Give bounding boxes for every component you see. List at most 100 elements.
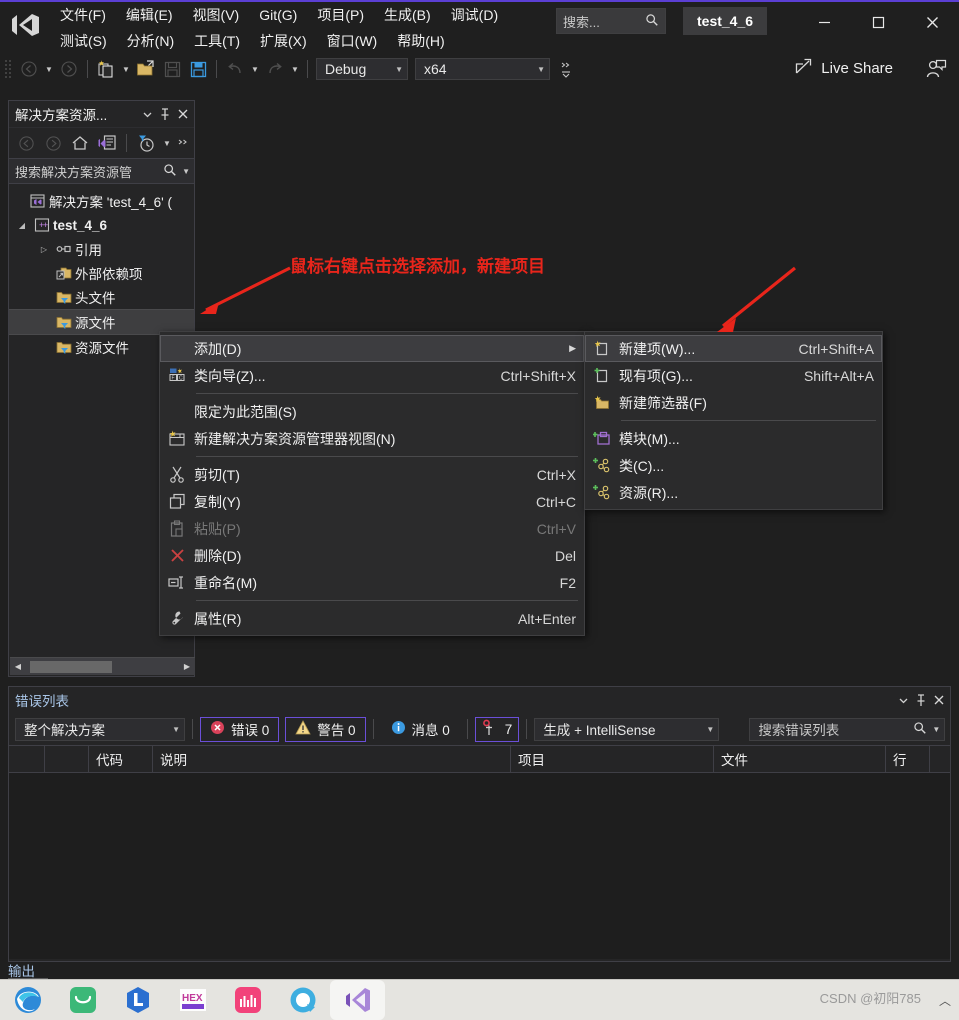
- se-home-button[interactable]: [67, 131, 93, 155]
- redo-dropdown[interactable]: ▼: [288, 57, 302, 81]
- warnings-filter-button[interactable]: 警告 0: [285, 716, 366, 742]
- menu-build[interactable]: 生成(B): [374, 3, 441, 27]
- context-menu-item-paste[interactable]: 粘贴(P) Ctrl+V: [160, 515, 584, 542]
- hex-editor-icon[interactable]: HEX: [165, 980, 220, 1020]
- platform-combo[interactable]: x64 ▼: [415, 58, 550, 80]
- menu-help[interactable]: 帮助(H): [387, 29, 454, 53]
- music-icon[interactable]: [220, 980, 275, 1020]
- scope-combo[interactable]: 整个解决方案 ▼: [15, 717, 185, 741]
- menu-tools[interactable]: 工具(T): [184, 29, 250, 53]
- menu-file[interactable]: 文件(F): [50, 3, 116, 27]
- edge-icon[interactable]: [0, 980, 55, 1020]
- browser-icon[interactable]: [275, 980, 330, 1020]
- wechat-icon[interactable]: [55, 980, 110, 1020]
- column-header-blank[interactable]: [9, 746, 45, 772]
- new-project-dropdown[interactable]: ▼: [119, 57, 133, 81]
- minimize-button[interactable]: [797, 2, 851, 42]
- global-search-input[interactable]: 搜索...: [556, 8, 666, 34]
- expander-icon[interactable]: ◢: [13, 221, 31, 230]
- live-share-button[interactable]: Live Share: [795, 58, 893, 79]
- pin-icon[interactable]: [156, 104, 174, 124]
- context-menu-item-rename[interactable]: 重命名(M) F2: [160, 569, 584, 596]
- submenu-item-new-item[interactable]: 新建项(W)... Ctrl+Shift+A: [585, 335, 882, 362]
- submenu-item-existing-item[interactable]: 现有项(G)... Shift+Alt+A: [585, 362, 882, 389]
- tree-item-project[interactable]: ◢ + + test_4_6: [9, 213, 194, 237]
- context-menu-item-class-wizard[interactable]: F C 类向导(Z)... Ctrl+Shift+X: [160, 362, 584, 389]
- toolbar-grip[interactable]: [4, 59, 16, 79]
- column-header-line[interactable]: 行: [886, 746, 930, 772]
- build-filter-combo[interactable]: 生成 + IntelliSense ▼: [534, 717, 720, 741]
- column-header-description[interactable]: 说明: [153, 746, 511, 772]
- open-file-button[interactable]: [133, 57, 159, 81]
- error-list-rows[interactable]: [9, 773, 950, 959]
- intellisense-count-button[interactable]: 7: [474, 716, 520, 742]
- tray-expand-icon[interactable]: ︿: [939, 992, 951, 1009]
- configuration-combo[interactable]: Debug ▼: [316, 58, 408, 80]
- context-menu-item-delete[interactable]: 删除(D) Del: [160, 542, 584, 569]
- undo-dropdown[interactable]: ▼: [248, 57, 262, 81]
- se-filter-dropdown[interactable]: ▼: [160, 131, 174, 155]
- menu-extensions[interactable]: 扩展(X): [250, 29, 317, 53]
- chevron-down-icon[interactable]: ▼: [182, 167, 190, 176]
- visual-studio-icon[interactable]: [330, 980, 385, 1020]
- context-menu-item-properties[interactable]: 属性(R) Alt+Enter: [160, 605, 584, 632]
- se-switch-views-button[interactable]: [94, 131, 120, 155]
- submenu-item-module[interactable]: 模块(M)...: [585, 425, 882, 452]
- context-menu-item-copy[interactable]: 复制(Y) Ctrl+C: [160, 488, 584, 515]
- chevron-down-icon[interactable]: [894, 690, 912, 710]
- account-button[interactable]: [925, 59, 947, 82]
- chevron-down-icon[interactable]: ▼: [932, 725, 940, 734]
- context-menu-item-cut[interactable]: 剪切(T) Ctrl+X: [160, 461, 584, 488]
- navigate-back-dropdown[interactable]: ▼: [42, 57, 56, 81]
- pin-icon[interactable]: [912, 690, 930, 710]
- close-button[interactable]: [905, 2, 959, 42]
- errors-filter-button[interactable]: 错误 0: [200, 716, 280, 742]
- redo-button[interactable]: [262, 57, 288, 81]
- menu-git[interactable]: Git(G): [249, 3, 307, 27]
- maximize-button[interactable]: [851, 2, 905, 42]
- context-menu-item-new-solution-explorer-view[interactable]: 新建解决方案资源管理器视图(N): [160, 425, 584, 452]
- navigate-back-button[interactable]: [16, 57, 42, 81]
- navigate-forward-button[interactable]: [56, 57, 82, 81]
- toolbar-overflow-button[interactable]: [554, 57, 580, 81]
- expander-icon[interactable]: ▷: [35, 245, 53, 254]
- se-forward-button[interactable]: [40, 131, 66, 155]
- menu-edit[interactable]: 编辑(E): [116, 3, 183, 27]
- scroll-left-icon[interactable]: ◀: [10, 659, 26, 674]
- column-header-suppression[interactable]: [45, 746, 89, 772]
- column-header-file[interactable]: 文件: [714, 746, 886, 772]
- messages-filter-button[interactable]: 消息 0: [381, 717, 460, 742]
- save-all-button[interactable]: [185, 57, 211, 81]
- menu-analyze[interactable]: 分析(N): [117, 29, 184, 53]
- menu-test[interactable]: 测试(S): [50, 29, 117, 53]
- column-header-project[interactable]: 项目: [511, 746, 714, 772]
- context-menu-item-add[interactable]: 添加(D) ▶: [160, 335, 584, 362]
- tree-item-solution[interactable]: 解决方案 'test_4_6' (: [9, 189, 194, 213]
- menu-project[interactable]: 项目(P): [307, 3, 374, 27]
- submenu-item-resource[interactable]: 资源(R)...: [585, 479, 882, 506]
- error-list-search-input[interactable]: 搜索错误列表 ▼: [749, 717, 946, 741]
- menu-debug[interactable]: 调试(D): [441, 3, 508, 27]
- scroll-thumb[interactable]: [30, 661, 112, 673]
- undo-button[interactable]: [222, 57, 248, 81]
- new-project-button[interactable]: [93, 57, 119, 81]
- column-header-end[interactable]: [930, 746, 950, 772]
- lenovo-icon[interactable]: [110, 980, 165, 1020]
- context-menu-item-scope-to-this[interactable]: 限定为此范围(S): [160, 398, 584, 425]
- tree-item-references[interactable]: ▷ 引用: [9, 237, 194, 261]
- se-overflow-button[interactable]: [175, 131, 193, 155]
- tree-item-external-dependencies[interactable]: 外部依赖项: [9, 261, 194, 285]
- menu-window[interactable]: 窗口(W): [317, 29, 388, 53]
- se-pending-changes-filter-button[interactable]: [133, 131, 159, 155]
- close-icon[interactable]: [174, 104, 192, 124]
- column-header-code[interactable]: 代码: [89, 746, 153, 772]
- menu-view[interactable]: 视图(V): [183, 3, 250, 27]
- submenu-item-new-filter[interactable]: 新建筛选器(F): [585, 389, 882, 416]
- close-icon[interactable]: [930, 690, 948, 710]
- solution-explorer-hscrollbar[interactable]: ◀ ▶: [10, 657, 195, 675]
- save-button[interactable]: [159, 57, 185, 81]
- scroll-right-icon[interactable]: ▶: [179, 659, 195, 674]
- tree-item-header-files[interactable]: 头文件: [9, 285, 194, 309]
- se-back-button[interactable]: [13, 131, 39, 155]
- submenu-item-class[interactable]: 类(C)...: [585, 452, 882, 479]
